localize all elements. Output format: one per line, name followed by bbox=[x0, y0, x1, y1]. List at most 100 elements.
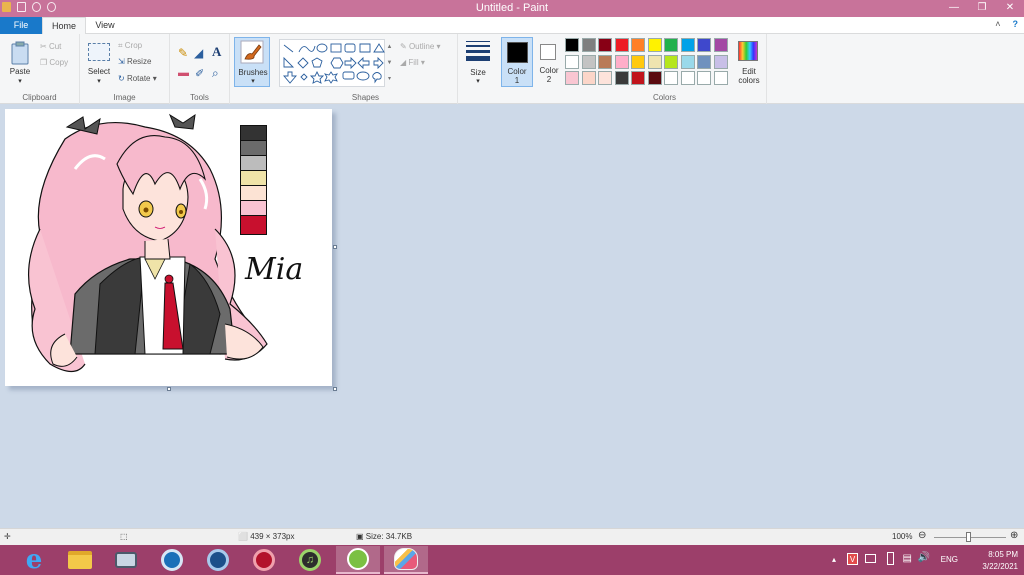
magnifier-icon[interactable]: ⌕ bbox=[212, 66, 219, 81]
palette-color-swatch[interactable] bbox=[565, 38, 579, 52]
tab-file[interactable]: File bbox=[0, 17, 42, 34]
restore-button[interactable]: ❐ bbox=[968, 0, 996, 17]
fill-bucket-icon[interactable]: ◢ bbox=[194, 46, 203, 60]
paste-button[interactable]: Paste ▾ bbox=[6, 39, 34, 89]
pencil-icon[interactable]: ✎ bbox=[178, 46, 188, 60]
paint-taskbar-icon[interactable] bbox=[384, 546, 428, 574]
palette-color-swatch[interactable] bbox=[581, 38, 596, 52]
edit-colors-button[interactable]: Edit colors bbox=[733, 39, 765, 89]
color2-number: 2 bbox=[546, 75, 552, 84]
palette-color-swatch[interactable] bbox=[680, 38, 695, 52]
color1-button[interactable]: Color 1 bbox=[501, 37, 533, 87]
brushes-button[interactable]: Brushes ▾ bbox=[234, 37, 270, 87]
close-button[interactable]: ✕ bbox=[996, 0, 1024, 17]
palette-color-swatch[interactable] bbox=[664, 38, 678, 52]
clipboard-group: Paste ▾ ✂ Cut ❐ Copy Clipboard bbox=[0, 34, 80, 104]
media-player-icon[interactable] bbox=[150, 546, 194, 574]
color2-button[interactable]: Color 2 bbox=[535, 37, 563, 87]
battery-icon[interactable] bbox=[887, 552, 894, 565]
palette-color-swatch[interactable] bbox=[581, 71, 596, 85]
ribbon-tabs: File Home View ˄ ? bbox=[0, 17, 1024, 35]
palette-color-swatch[interactable] bbox=[565, 71, 579, 85]
internet-explorer-icon[interactable]: e bbox=[12, 546, 56, 574]
resize-handle-bottom[interactable] bbox=[167, 387, 171, 391]
resize-handle-corner[interactable] bbox=[333, 387, 337, 391]
language-indicator[interactable]: ENG bbox=[941, 555, 958, 564]
window-title: Untitled - Paint bbox=[475, 2, 549, 14]
tab-view[interactable]: View bbox=[90, 17, 120, 35]
canvas-color-block bbox=[240, 140, 267, 155]
title-bar: Untitled - Paint — ❐ ✕ bbox=[0, 0, 1024, 17]
palette-color-swatch[interactable] bbox=[598, 71, 612, 85]
palette-color-swatch[interactable] bbox=[598, 38, 612, 52]
palette-color-swatch[interactable] bbox=[631, 38, 645, 52]
palette-color-swatch[interactable] bbox=[697, 38, 711, 52]
outline-button[interactable]: ✎ Outline ▾ bbox=[400, 42, 441, 51]
palette-color-swatch[interactable] bbox=[664, 71, 678, 85]
palette-color-swatch[interactable] bbox=[713, 54, 728, 69]
crop-button[interactable]: ⌗ Crop bbox=[118, 41, 142, 51]
rainbow-icon bbox=[738, 41, 758, 61]
palette-color-swatch[interactable] bbox=[713, 38, 728, 52]
help-icon[interactable]: ? bbox=[1013, 19, 1019, 29]
palette-color-swatch[interactable] bbox=[647, 38, 662, 52]
color-picker-icon[interactable]: ✐ bbox=[195, 67, 204, 80]
cut-button[interactable]: ✂ Cut bbox=[40, 42, 61, 51]
palette-color-swatch[interactable] bbox=[697, 54, 711, 69]
canvas-color-block bbox=[240, 170, 267, 185]
palette-color-swatch[interactable] bbox=[697, 71, 711, 85]
color2-swatch bbox=[540, 44, 556, 60]
audio-editor-icon[interactable] bbox=[242, 546, 286, 574]
shapes-scroll[interactable]: ▲ ▼ ▾ bbox=[385, 39, 394, 87]
size-button[interactable]: Size ▾ bbox=[463, 39, 493, 89]
resize-handle-right[interactable] bbox=[333, 245, 337, 249]
signature-text: Mia bbox=[245, 252, 304, 287]
video-app-icon[interactable] bbox=[196, 546, 240, 574]
palette-color-swatch[interactable] bbox=[647, 71, 662, 85]
text-tool-icon[interactable]: A bbox=[212, 44, 221, 60]
collapse-ribbon-icon[interactable]: ˄ bbox=[995, 19, 1000, 29]
color1-label: Color bbox=[507, 67, 527, 76]
fill-button[interactable]: ◢ Fill ▾ bbox=[400, 58, 425, 67]
shapes-gallery-icons bbox=[283, 43, 385, 84]
shapes-group: ▲ ▼ ▾ ✎ Outline ▾ ◢ Fill ▾ Shapes bbox=[274, 34, 458, 104]
volume-icon[interactable]: 🔊 bbox=[918, 552, 930, 563]
display-icon[interactable] bbox=[865, 554, 876, 563]
palette-color-swatch[interactable] bbox=[631, 54, 645, 69]
clock[interactable]: 8:05 PM 3/22/2021 bbox=[982, 549, 1018, 573]
copy-button[interactable]: ❐ Copy bbox=[40, 58, 68, 67]
palette-color-swatch[interactable] bbox=[680, 71, 695, 85]
file-explorer-icon[interactable] bbox=[58, 546, 102, 574]
antivirus-icon[interactable]: V bbox=[847, 553, 858, 565]
palette-color-swatch[interactable] bbox=[598, 54, 612, 69]
palette-color-swatch[interactable] bbox=[713, 71, 728, 85]
drawing-canvas[interactable]: Mia bbox=[5, 109, 332, 386]
palette-color-swatch[interactable] bbox=[614, 54, 629, 69]
palette-color-swatch[interactable] bbox=[631, 71, 645, 85]
network-icon[interactable]: ▤ bbox=[903, 553, 912, 564]
minimize-button[interactable]: — bbox=[940, 0, 968, 17]
palette-color-swatch[interactable] bbox=[614, 71, 629, 85]
show-hidden-icons[interactable]: ▴ bbox=[832, 555, 836, 564]
zoom-slider-thumb[interactable] bbox=[966, 532, 971, 542]
palette-color-swatch[interactable] bbox=[565, 54, 579, 69]
status-bar: ✛ ⬚ ⬜ 439 × 373px ▣ Size: 34.7KB 100% ⊖ … bbox=[0, 528, 1024, 545]
eraser-icon[interactable]: ▬ bbox=[178, 67, 189, 79]
palette-color-swatch[interactable] bbox=[680, 54, 695, 69]
select-button[interactable]: Select ▾ bbox=[84, 40, 114, 90]
anime-girl-drawing bbox=[28, 113, 268, 373]
palette-color-swatch[interactable] bbox=[581, 54, 596, 69]
music-player-icon[interactable]: ♫ bbox=[288, 546, 332, 574]
tab-home[interactable]: Home bbox=[42, 17, 86, 35]
palette-color-swatch[interactable] bbox=[647, 54, 662, 69]
size-label: Size bbox=[470, 68, 486, 77]
rotate-button[interactable]: ↻ Rotate ▾ bbox=[118, 74, 157, 83]
zoom-in-button[interactable]: ⊕ bbox=[1010, 530, 1018, 541]
resize-button[interactable]: ⇲ Resize bbox=[118, 57, 151, 66]
zoom-out-button[interactable]: ⊖ bbox=[918, 530, 926, 541]
network-app-icon[interactable] bbox=[104, 546, 148, 574]
palette-color-swatch[interactable] bbox=[614, 38, 629, 52]
shapes-gallery[interactable] bbox=[279, 39, 385, 87]
palette-color-swatch[interactable] bbox=[664, 54, 678, 69]
picsart-app-icon[interactable] bbox=[336, 546, 380, 574]
